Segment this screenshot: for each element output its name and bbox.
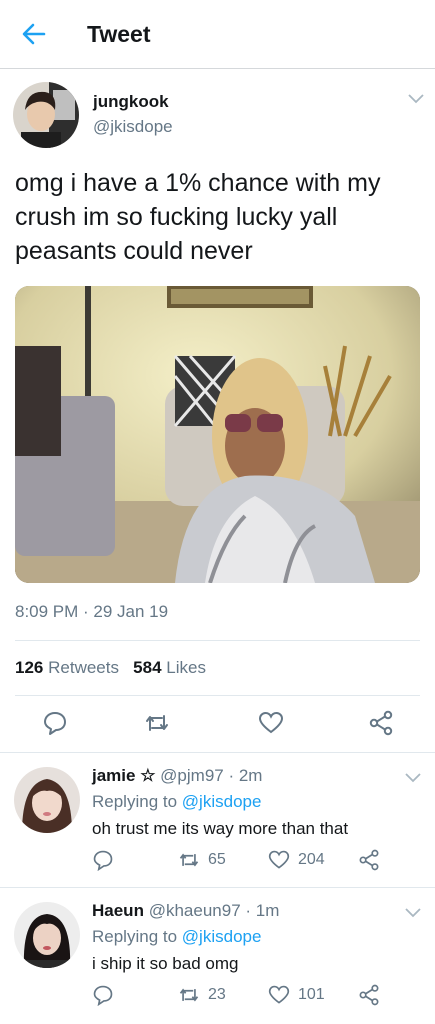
reply-button[interactable] <box>92 984 122 1006</box>
tweet-timestamp: 8:09 PM · 29 Jan 19 <box>15 602 169 621</box>
avatar[interactable] <box>13 82 79 148</box>
like-count: 204 <box>298 851 325 868</box>
reply-header: jamie ☆ @pjm97 · 2m <box>92 766 263 785</box>
chevron-down-icon[interactable] <box>408 94 424 104</box>
retweet-count: 23 <box>208 986 226 1003</box>
reply-actions: 23 101 <box>92 984 392 1010</box>
top-bar: Tweet <box>0 0 435 69</box>
page-title: Tweet <box>87 21 151 47</box>
author-handle[interactable]: @jkisdope <box>93 117 173 137</box>
retweet-button[interactable]: 65 <box>178 849 226 871</box>
reply-text: oh trust me its way more than that <box>92 819 349 838</box>
avatar[interactable] <box>14 767 80 833</box>
likes-label[interactable]: Likes <box>166 658 206 677</box>
reply-icon[interactable] <box>92 984 114 1006</box>
heart-icon[interactable] <box>268 849 290 871</box>
tweet-actions <box>0 710 435 754</box>
reply-age: 2m <box>238 766 263 785</box>
likes-count[interactable]: 584 <box>133 658 161 677</box>
retweets-count[interactable]: 126 <box>15 658 43 677</box>
share-icon[interactable] <box>358 984 380 1006</box>
share-button[interactable] <box>358 849 388 871</box>
share-icon[interactable] <box>368 710 394 736</box>
retweets-label[interactable]: Retweets <box>48 658 119 677</box>
tweet-image[interactable] <box>15 286 420 583</box>
tweet-stats: 126 Retweets 584 Likes <box>15 658 206 678</box>
replying-to-link[interactable]: @jkisdope <box>182 792 262 811</box>
reply-age: 1m <box>255 901 280 920</box>
share-icon[interactable] <box>358 849 380 871</box>
arrow-left-icon[interactable] <box>20 20 48 48</box>
tweet-text: omg i have a 1% chance with my crush im … <box>15 169 381 265</box>
reply-tweet[interactable]: Haeun @khaeun97 · 1m Replying to @jkisdo… <box>0 888 435 1022</box>
replying-to: Replying to @jkisdope <box>92 927 261 947</box>
divider <box>15 640 420 641</box>
retweet-count: 65 <box>208 851 226 868</box>
like-count: 101 <box>298 986 325 1003</box>
reply-author-name[interactable]: Haeun <box>92 901 144 920</box>
reply-icon[interactable] <box>92 849 114 871</box>
divider <box>15 695 420 696</box>
replying-to: Replying to @jkisdope <box>92 792 261 812</box>
retweet-button[interactable]: 23 <box>178 984 226 1006</box>
reply-tweet[interactable]: jamie ☆ @pjm97 · 2m Replying to @jkisdop… <box>0 753 435 887</box>
share-button[interactable] <box>358 984 388 1006</box>
author-name[interactable]: jungkook <box>93 92 169 112</box>
reply-button[interactable] <box>92 849 122 871</box>
reply-actions: 65 204 <box>92 849 392 875</box>
like-button[interactable]: 204 <box>268 849 325 871</box>
heart-icon[interactable] <box>258 710 284 736</box>
reply-author-name[interactable]: jamie ☆ <box>92 766 155 785</box>
reply-text: i ship it so bad omg <box>92 954 239 973</box>
retweet-icon[interactable] <box>144 710 170 736</box>
replying-to-label: Replying to <box>92 792 178 811</box>
chevron-down-icon[interactable] <box>405 908 421 918</box>
avatar[interactable] <box>14 902 80 968</box>
reply-icon[interactable] <box>42 710 68 736</box>
replying-to-label: Replying to <box>92 927 178 946</box>
retweet-icon[interactable] <box>178 849 200 871</box>
chevron-down-icon[interactable] <box>405 773 421 783</box>
like-button[interactable]: 101 <box>268 984 325 1006</box>
heart-icon[interactable] <box>268 984 290 1006</box>
reply-header: Haeun @khaeun97 · 1m <box>92 901 280 920</box>
retweet-icon[interactable] <box>178 984 200 1006</box>
reply-author-handle[interactable]: @pjm97 <box>160 766 224 785</box>
reply-author-handle[interactable]: @khaeun97 <box>149 901 241 920</box>
replying-to-link[interactable]: @jkisdope <box>182 927 262 946</box>
